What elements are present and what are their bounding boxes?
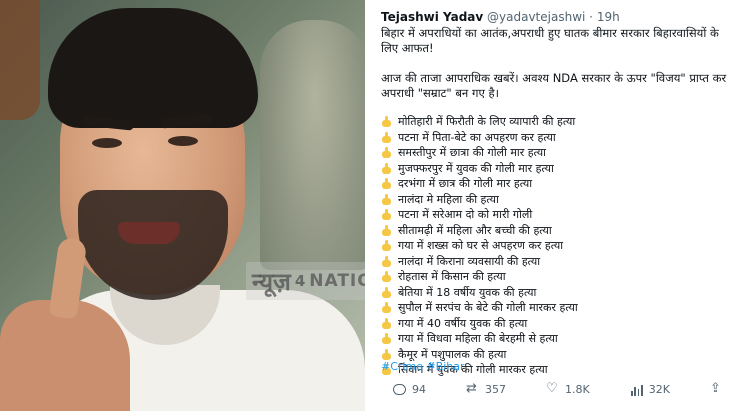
list-item-text: बेतिया में 18 वर्षीय युवक की हत्या xyxy=(398,285,537,299)
pointing-hand-icon xyxy=(381,131,393,143)
tweet-text: बिहार में अपराधियों का आतंक,अपराधी हुए घ… xyxy=(381,26,727,100)
pointing-hand-icon xyxy=(381,224,393,236)
watermark-number: 4 xyxy=(294,272,306,290)
list-item-text: नालंदा मे महिला की हत्या xyxy=(398,192,499,206)
pointing-hand-icon xyxy=(381,317,393,329)
list-item-text: समस्तीपुर में छात्रा की गोली मार हत्या xyxy=(398,146,547,159)
author-name[interactable]: Tejashwi Yadav xyxy=(381,10,483,24)
repost-icon xyxy=(466,381,479,396)
list-item-text: गया में शख्स को घर से अपहरण कर हत्या xyxy=(398,239,564,252)
pointing-hand-icon xyxy=(381,240,393,252)
list-item-text: पटना में पिता-बेटे का अपहरण कर हत्या xyxy=(398,130,556,144)
timestamp[interactable]: 19h xyxy=(597,10,620,24)
list-item: गया में 40 वर्षीय युवक की हत्या xyxy=(381,316,729,332)
list-item-text: रोहतास में किसान की हत्या xyxy=(398,270,506,283)
tweet-header: Tejashwi Yadav @yadavtejashwi · 19h xyxy=(381,10,620,24)
list-item-text: मोतिहारी में फिरौती के लिए व्यापारी की ह… xyxy=(398,115,576,128)
list-item: गया में शख्स को घर से अपहरण कर हत्या xyxy=(381,238,729,254)
list-item: समस्तीपुर में छात्रा की गोली मार हत्या xyxy=(381,145,729,161)
like-count: 1.8K xyxy=(565,383,590,396)
list-item-text: गया में 40 वर्षीय युवक की हत्या xyxy=(398,316,528,330)
list-item: सुपौल में सरपंच के बेटे की गोली मारकर हत… xyxy=(381,300,729,316)
list-item: नालंदा मे महिला की हत्या xyxy=(381,192,729,208)
list-item-text: पटना में सरेआम दो को मारी गोली xyxy=(398,208,533,221)
list-item-text: दरभंगा में छात्र की गोली मार हत्या xyxy=(398,177,533,190)
pointing-hand-icon xyxy=(381,147,393,159)
separator-dot: · xyxy=(589,10,593,24)
reply-icon xyxy=(393,384,406,395)
heart-icon xyxy=(546,381,559,396)
list-item: मोतिहारी में फिरौती के लिए व्यापारी की ह… xyxy=(381,114,729,130)
pointing-hand-icon xyxy=(381,178,393,190)
author-handle[interactable]: @yadavtejashwi xyxy=(487,10,585,24)
list-item: मुजफ्फरपुर में युवक की गोली मार हत्या xyxy=(381,161,729,177)
list-item-text: गया में विधवा महिला की बेरहमी से हत्या xyxy=(398,332,558,345)
right-eye xyxy=(168,136,198,146)
list-item: सीतामढ़ी में महिला और बच्ची की हत्या xyxy=(381,223,729,239)
hair xyxy=(48,8,258,128)
share-button[interactable] xyxy=(710,381,723,396)
list-item: रोहतास में किसान की हत्या xyxy=(381,269,729,285)
repost-count: 357 xyxy=(485,383,507,396)
list-item: पटना में सरेआम दो को मारी गोली xyxy=(381,207,729,223)
list-item: नालंदा में किराना व्यवसायी की हत्या xyxy=(381,254,729,270)
pointing-hand-icon xyxy=(381,116,393,128)
reply-button[interactable]: 94 xyxy=(393,383,426,396)
list-item: बेतिया में 18 वर्षीय युवक की हत्या xyxy=(381,285,729,301)
views-count: 32K xyxy=(648,383,670,396)
left-eye xyxy=(92,138,122,148)
list-item: पटना में पिता-बेटे का अपहरण कर हत्या xyxy=(381,130,729,146)
photo xyxy=(0,0,365,411)
pointing-hand-icon xyxy=(381,209,393,221)
views-icon xyxy=(630,384,643,396)
tweet: Tejashwi Yadav @yadavtejashwi · 19h बिहा… xyxy=(365,0,731,411)
like-button[interactable]: 1.8K xyxy=(546,381,590,397)
left-person xyxy=(0,0,40,120)
pointing-hand-icon xyxy=(381,333,393,345)
mouth xyxy=(118,222,180,244)
views-button[interactable]: 32K xyxy=(630,383,670,396)
reply-count: 94 xyxy=(412,383,426,396)
list-item-text: सीतामढ़ी में महिला और बच्ची की हत्या xyxy=(398,223,552,237)
share-icon xyxy=(710,381,723,396)
list-item-text: मुजफ्फरपुर में युवक की गोली मार हत्या xyxy=(398,161,554,175)
repost-button[interactable]: 357 xyxy=(466,381,507,397)
list-item: गया में विधवा महिला की बेरहमी से हत्या xyxy=(381,331,729,347)
beard xyxy=(78,190,228,300)
crime-list: मोतिहारी में फिरौती के लिए व्यापारी की ह… xyxy=(381,114,729,378)
pointing-hand-icon xyxy=(381,271,393,283)
list-item-text: नालंदा में किराना व्यवसायी की हत्या xyxy=(398,254,541,268)
hashtags[interactable]: #Crime #Bihar xyxy=(381,360,465,373)
background-figure xyxy=(260,20,365,270)
watermark-main: न्यूज़ xyxy=(252,267,291,296)
tweet-actions: 94 357 1.8K 32K xyxy=(393,381,723,397)
pointing-hand-icon xyxy=(381,286,393,298)
list-item: दरभंगा में छात्र की गोली मार हत्या xyxy=(381,176,729,192)
pointing-hand-icon xyxy=(381,255,393,267)
pointing-hand-icon xyxy=(381,302,393,314)
pointing-hand-icon xyxy=(381,348,393,360)
pointing-hand-icon xyxy=(381,193,393,205)
list-item-text: सुपौल में सरपंच के बेटे की गोली मारकर हत… xyxy=(398,301,578,314)
pointing-hand-icon xyxy=(381,162,393,174)
